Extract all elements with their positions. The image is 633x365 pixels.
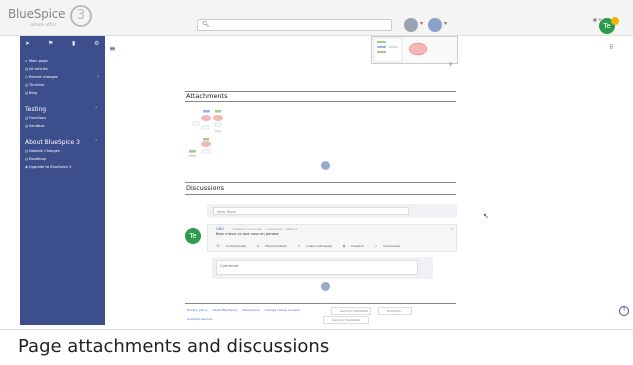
sidebar-item-blog[interactable]: ▤Blog xyxy=(25,91,37,95)
new-topic-input[interactable]: New Topic xyxy=(213,207,409,215)
chevron-up-icon[interactable]: ˄ xyxy=(95,107,98,113)
sidebar-group-about[interactable]: About BlueSpice 3 xyxy=(25,139,80,146)
divider xyxy=(185,91,456,92)
sidebar-item-all-articles[interactable]: ▤All articles xyxy=(25,67,48,71)
topic-author-avatar[interactable]: Te xyxy=(185,228,201,244)
bookmark-icon: ▮ xyxy=(343,244,346,248)
search-icon: 🔍︎ xyxy=(202,21,210,28)
check-icon: ✓ xyxy=(374,244,379,248)
link-icon: ⚭ xyxy=(297,244,302,248)
menu-icon[interactable]: ≡ xyxy=(109,44,116,53)
notification-badge xyxy=(611,17,619,25)
zoom-icon[interactable]: ⚲ xyxy=(449,62,453,68)
logo-tagline: remote office xyxy=(30,22,57,27)
more-button[interactable]: ⋯ xyxy=(321,161,330,170)
more-button[interactable]: ⋯ xyxy=(321,282,330,291)
bookmark-icon[interactable]: ⚑ xyxy=(48,40,53,47)
linked-articles-button[interactable]: ⚭ Linked articles(0) xyxy=(298,244,337,248)
navigation-icon[interactable]: ➤ xyxy=(25,40,30,47)
apps-grid-icon[interactable]: ⠿ xyxy=(609,44,613,51)
sidebar-item-recent-changes[interactable]: ◷Recent changes xyxy=(25,75,58,79)
topic-actions: 🗨 Comments(0) ⌂ Placements(0) ⚭ Linked a… xyxy=(216,244,410,248)
bluespice-badge[interactable]: BlueSpice xyxy=(378,307,412,315)
attachments-heading: Attachments xyxy=(186,92,228,100)
divider xyxy=(185,194,456,195)
attachment-thumbnail[interactable] xyxy=(187,108,227,160)
logo-version: 3 xyxy=(70,5,92,27)
sidebar-item-timeline[interactable]: ▤Timeline xyxy=(25,83,44,87)
pin-icon: ⌂ xyxy=(257,244,261,248)
chevron-right-icon[interactable]: › xyxy=(97,74,99,80)
footer-divider xyxy=(185,303,456,304)
divider xyxy=(185,182,456,183)
sidebar-item-main-page[interactable]: ⌂ Main page xyxy=(25,59,48,63)
footer-link-cookie[interactable]: Change cookie consent xyxy=(265,308,300,312)
scroll-to-top-button[interactable]: ↑ xyxy=(619,306,629,316)
logo-text: BlueSpice xyxy=(8,7,66,21)
caption: Page attachments and discussions xyxy=(18,336,330,357)
placements-button[interactable]: ⌂ Placements(0) xyxy=(257,244,292,248)
comment-icon: 🗨 xyxy=(216,244,221,248)
sidebar-item-upgrade[interactable]: ◉Upgrade to BlueSpice 3 xyxy=(25,165,71,169)
diagram-thumbnail xyxy=(373,37,428,63)
logo[interactable]: BlueSpice 3 remote office xyxy=(8,5,104,30)
sidebar-item-sandbox[interactable]: ▤Sandbox xyxy=(25,124,45,128)
topic-meta: created 2 hours ago · 1 answer(s) · Sabr… xyxy=(232,227,297,231)
footer-link-about[interactable]: About BlueSpice xyxy=(213,308,238,312)
diagram-preview[interactable] xyxy=(371,36,458,64)
sidebar-item-notable-changes[interactable]: ▤Notable Changes xyxy=(25,149,60,153)
sidebar: ➤ ⚑ ▮ ⚙ ⌂ Main page ▤All articles ◷Recent… xyxy=(20,36,105,325)
comments-button[interactable]: 🗨 Comments(0) xyxy=(216,244,251,248)
unresolved-button[interactable]: ✓ Unresolved xyxy=(375,244,405,248)
unwatch-button[interactable]: ▮ Unwatch xyxy=(343,244,369,248)
footer-link-privacy[interactable]: Privacy policy xyxy=(187,308,208,312)
sidebar-toolbar: ➤ ⚑ ▮ ⚙ xyxy=(20,40,105,52)
sidebar-item-roadmap[interactable]: ▤Roadmap xyxy=(25,157,46,161)
arrow-up-icon: ↑ xyxy=(621,307,627,313)
add-button[interactable] xyxy=(428,18,442,32)
edit-button[interactable] xyxy=(404,18,418,32)
divider xyxy=(185,101,456,102)
sidebar-item-functions[interactable]: ▤Functions xyxy=(25,116,46,120)
comment-input[interactable]: Comment xyxy=(216,260,418,275)
sidebar-group-testing[interactable]: Testing xyxy=(25,106,46,113)
app-window: BlueSpice 3 remote office 🔍︎ ▾ ▾ ■ ☰ Te … xyxy=(0,0,633,330)
topic-text: Bien mieux ce que vous en pensez xyxy=(216,232,279,236)
discussions-heading: Discussions xyxy=(186,184,224,192)
chevron-down-icon[interactable]: ▾ xyxy=(420,20,423,27)
footer-links: Privacy policy About BlueSpice Disclaime… xyxy=(187,308,304,312)
chevron-up-icon[interactable]: ˄ xyxy=(95,140,98,146)
topic-author[interactable]: UNO xyxy=(216,227,224,231)
semantic-mediawiki-badge-2[interactable]: Semantic MediaWiki xyxy=(323,316,369,324)
search-input[interactable]: 🔍︎ xyxy=(197,19,392,31)
chevron-down-icon[interactable]: ▾ xyxy=(444,20,447,27)
mouse-cursor-icon: ↖ xyxy=(483,212,489,220)
close-icon[interactable]: × xyxy=(450,226,453,231)
trash-icon[interactable]: ▮ xyxy=(72,40,75,47)
semantic-mediawiki-badge[interactable]: Semantic MediaWiki xyxy=(331,307,371,315)
top-bar: BlueSpice 3 remote office 🔍︎ ▾ ▾ ■ ☰ Te xyxy=(0,0,633,36)
footer-link-analytics[interactable]: Analytics service xyxy=(187,317,212,321)
footer-link-disclaimers[interactable]: Disclaimers xyxy=(242,308,259,312)
gear-icon[interactable]: ⚙ xyxy=(94,40,99,47)
